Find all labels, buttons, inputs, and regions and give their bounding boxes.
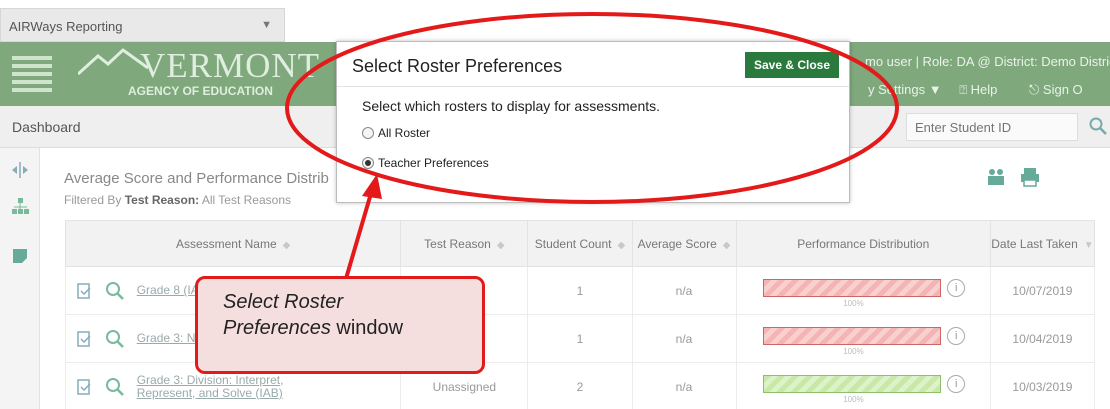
table-header-row: Assessment Name ◆ Test Reason ◆ Student Co… [64,220,1096,267]
student-count-cell: 2 [527,362,633,409]
col-average-score[interactable]: Average Score ◆ [631,220,737,267]
student-count-cell: 1 [527,314,633,363]
info-icon[interactable]: i [947,326,966,345]
callout-line2-rest: window [330,317,404,339]
app-selector[interactable]: AIRWays Reporting ▼ [0,8,285,42]
roster-preferences-modal: Select Roster Preferences Save & Close S… [336,41,850,203]
performance-cell: 100% i [735,266,991,315]
user-role-text: mo user | Role: DA @ District: Demo Dist… [865,54,1110,69]
performance-cell: 100% i [735,314,991,363]
logo-agency: AGENCY OF EDUCATION [128,84,273,98]
chevron-down-icon: ▼ [261,19,272,31]
col-performance-distribution: Performance Distribution [735,220,991,267]
performance-percent: 100% [843,298,864,308]
sort-icon: ◆ [496,239,505,251]
expand-collapse-icon[interactable] [10,160,30,180]
performance-percent: 100% [843,394,864,404]
date-cell: 10/07/2019 [989,266,1096,315]
average-score-cell: n/a [631,314,737,363]
callout-line1: Select Roster [223,291,344,313]
col-test-reason[interactable]: Test Reason ◆ [400,220,529,267]
performance-bar [763,374,942,393]
sort-icon: ◆ [722,239,731,251]
sort-icon: ◆ [282,239,291,251]
sort-icon: ▼ [1083,239,1094,251]
left-nav [0,148,40,409]
col-student-count[interactable]: Student Count ◆ [527,220,633,267]
col-assessment-name[interactable]: Assessment Name ◆ [64,220,402,267]
average-score-cell: n/a [631,266,737,315]
average-score-cell: n/a [631,362,737,409]
date-cell: 10/04/2019 [989,314,1096,363]
radio-teacher-preferences[interactable]: Teacher Preferences [362,156,489,170]
logo-text: VERMONT AGENCY OF EDUCATION [70,46,320,98]
date-cell: 10/03/2019 [989,362,1096,409]
filter-summary: Filtered By Test Reason: All Test Reason… [64,193,291,207]
info-icon[interactable]: i [947,374,966,393]
magnify-icon[interactable] [105,377,125,397]
help-link[interactable]: ⍰ Help [959,82,1011,97]
sign-out-link[interactable]: ⎋ Sign O [1029,82,1097,97]
radio-all-roster[interactable]: All Roster [362,126,430,140]
divider [337,86,849,87]
search-icon[interactable] [1089,117,1107,135]
logo-icon [8,48,63,102]
radio-selected-icon[interactable] [362,157,374,169]
magnify-icon[interactable] [105,329,125,349]
info-icon[interactable]: i [947,278,966,297]
student-count-cell: 1 [527,266,633,315]
top-bar: AIRWays Reporting ▼ [0,0,1110,42]
callout-box: Select Roster Preferences window [195,276,485,374]
modal-description: Select which rosters to display for asse… [362,98,661,114]
my-settings-link[interactable]: y Settings ▼ [868,82,942,97]
logo-vermont: VERMONT [140,46,321,85]
print-icon[interactable] [1019,166,1041,188]
performance-percent: 100% [843,346,864,356]
sort-icon: ◆ [617,239,626,251]
section-title: Average Score and Performance Distrib [64,170,329,187]
file-icon[interactable] [76,330,94,348]
header-links: y Settings ▼ ⍰ Help ⎋ Sign O [868,82,1110,98]
performance-bar [763,278,942,297]
file-icon[interactable] [76,378,94,396]
assessment-name-link[interactable]: Grade 3: Division: Interpret, Represent,… [137,373,297,400]
modal-title: Select Roster Preferences [352,56,563,76]
student-id-input[interactable] [906,113,1078,141]
page-title: Dashboard [12,119,81,135]
col-date-last-taken[interactable]: Date Last Taken ▼ [989,220,1096,267]
save-close-button[interactable]: Save & Close [745,52,839,78]
performance-bar [763,326,942,345]
app-selector-label: AIRWays Reporting [9,19,123,34]
callout-line2-italic: Preferences [223,317,331,339]
roster-preferences-icon[interactable] [985,166,1007,188]
hierarchy-icon[interactable] [10,196,30,216]
performance-cell: 100% i [735,362,991,409]
file-icon[interactable] [76,282,94,300]
note-icon[interactable] [10,246,30,266]
magnify-icon[interactable] [105,281,125,301]
radio-icon[interactable] [362,127,374,139]
